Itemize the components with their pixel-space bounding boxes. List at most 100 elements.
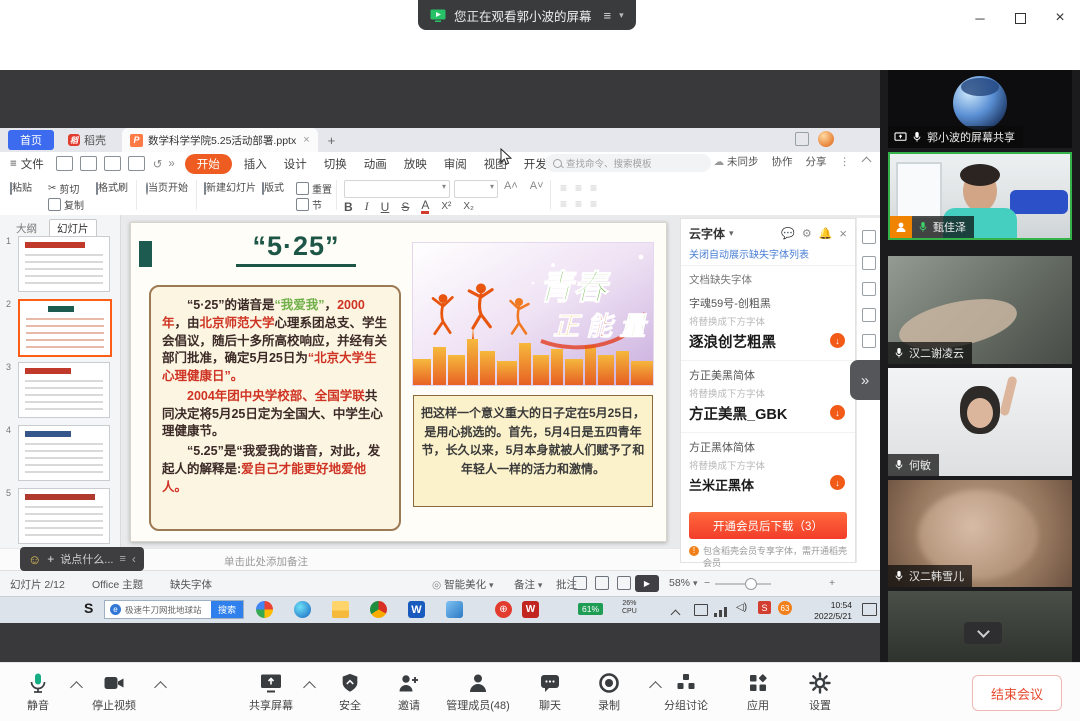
- paste-button[interactable]: 粘贴: [10, 179, 32, 194]
- italic-button[interactable]: I: [365, 199, 369, 214]
- preview-icon[interactable]: [128, 156, 145, 171]
- zoom-out-button[interactable]: −: [704, 577, 710, 589]
- wps-home-tab[interactable]: 首页: [8, 130, 54, 150]
- wps-document-tab[interactable]: P 数学科学学院5.25活动部署.pptx ×: [122, 128, 318, 152]
- file-menu[interactable]: 文件: [21, 156, 44, 172]
- undo-icon[interactable]: ↺: [153, 157, 163, 171]
- danmaku-input[interactable]: ☺ + 说点什么... ≡ ‹: [20, 547, 144, 571]
- participant-tile-screenshare[interactable]: 郭小波的屏幕共享: [888, 70, 1072, 148]
- participant-tile[interactable]: 何敏: [888, 368, 1072, 476]
- record-button[interactable]: 录制: [567, 669, 651, 713]
- font-color-button[interactable]: A: [421, 199, 429, 214]
- print-icon[interactable]: [104, 156, 121, 171]
- video-options-chevron[interactable]: [154, 681, 167, 694]
- stop-video-button[interactable]: 停止视频: [72, 669, 156, 713]
- scroll-participants-button[interactable]: [964, 622, 1002, 644]
- smart-beautify-button[interactable]: ◎ 智能美化 ▾: [432, 577, 494, 592]
- gear-icon[interactable]: ⚙: [802, 227, 812, 240]
- collapse-panel-handle[interactable]: »: [850, 360, 880, 400]
- collapse-danmaku-icon[interactable]: ‹: [132, 552, 136, 566]
- notes-button[interactable]: 备注 ▾: [514, 577, 542, 592]
- share-button[interactable]: 分享: [806, 154, 827, 169]
- window-tool-icon[interactable]: [862, 308, 876, 322]
- align-icons[interactable]: ≡≡≡: [560, 197, 605, 211]
- menu-review[interactable]: 审阅: [444, 156, 467, 172]
- maximize-button[interactable]: [1000, 0, 1040, 36]
- sync-status[interactable]: ☁ 未同步: [714, 154, 759, 169]
- bullet-list-icons[interactable]: ≡≡≡: [560, 181, 605, 195]
- bell-icon[interactable]: 🔔: [819, 227, 833, 240]
- panel-caret-icon[interactable]: ▾: [729, 228, 734, 239]
- menu-start[interactable]: 开始: [185, 154, 232, 174]
- volume-tray-icon[interactable]: ◁): [736, 602, 747, 613]
- taskbar-search-box[interactable]: e 极速牛刀网批地球站 搜索: [104, 600, 244, 619]
- display-tray-icon[interactable]: [694, 604, 708, 616]
- word-icon[interactable]: W: [408, 601, 425, 618]
- notes-bar[interactable]: 单击此处添加备注 ☺ + 说点什么... ≡ ‹: [0, 548, 680, 571]
- more-quick-icons[interactable]: »: [168, 158, 174, 170]
- app-red-icon[interactable]: ⊕: [495, 601, 512, 618]
- participant-tile[interactable]: 甄佳泽: [888, 152, 1072, 240]
- edge-icon[interactable]: [294, 601, 311, 618]
- action-center-icon[interactable]: [862, 603, 877, 616]
- download-all-button[interactable]: 开通会员后下载（3）: [689, 512, 847, 539]
- wps-docer-tab[interactable]: 稻 稻壳: [68, 132, 106, 148]
- slide-thumbnail[interactable]: 5: [0, 486, 120, 549]
- participant-tile[interactable]: 汉二韩雪儿: [888, 480, 1072, 587]
- auto-show-link[interactable]: 关闭自动展示缺失字体列表: [681, 246, 855, 265]
- banner-menu-icon[interactable]: ≡: [604, 8, 612, 23]
- battery-indicator[interactable]: 61%: [578, 603, 603, 615]
- share-screen-button[interactable]: 共享屏幕: [229, 669, 313, 713]
- wps-red-icon[interactable]: W: [522, 601, 539, 618]
- tray-expand-chevron[interactable]: [672, 605, 679, 623]
- antivirus-tray-icon[interactable]: S: [758, 601, 771, 614]
- layout-button[interactable]: 版式: [262, 179, 284, 194]
- slideshow-play-button[interactable]: ▶: [635, 575, 659, 592]
- network-tray-icon[interactable]: [714, 603, 727, 617]
- download-font-icon[interactable]: ↓: [830, 333, 845, 348]
- section-button[interactable]: 节: [296, 197, 322, 212]
- close-button[interactable]: ×: [1040, 0, 1080, 36]
- zoom-slider-knob[interactable]: [745, 578, 757, 590]
- cpu-monitor[interactable]: 26% CPU: [622, 600, 637, 615]
- participant-tile[interactable]: 汉二谢凌云: [888, 256, 1072, 364]
- new-slide-button[interactable]: 新建幻灯片: [202, 179, 258, 194]
- close-tab-icon[interactable]: ×: [303, 134, 309, 146]
- font-name-combo[interactable]: [344, 180, 450, 198]
- close-panel-icon[interactable]: ×: [839, 226, 847, 241]
- more-menu-icon[interactable]: ⋮: [840, 156, 851, 168]
- browser2-icon[interactable]: [370, 601, 387, 618]
- theme-status[interactable]: Office 主题: [92, 577, 143, 592]
- slide-thumbnail[interactable]: 3: [0, 360, 120, 423]
- taskbar-search-button[interactable]: 搜索: [211, 601, 243, 618]
- superscript-button[interactable]: X²: [441, 201, 451, 212]
- slide-thumbnail[interactable]: 1: [0, 234, 120, 297]
- wps-user-avatar[interactable]: [818, 131, 834, 147]
- strike-button[interactable]: S: [401, 200, 409, 214]
- mute-button[interactable]: 静音: [0, 669, 80, 713]
- wps-search-box[interactable]: 查找命令、搜索模板: [545, 154, 711, 172]
- export-icon[interactable]: [80, 156, 97, 171]
- menu-slideshow[interactable]: 放映: [404, 156, 427, 172]
- font-grow-shrink[interactable]: A˄A˅: [504, 180, 544, 192]
- workspace-icon[interactable]: [795, 132, 809, 146]
- danmaku-menu-icon[interactable]: ≡: [119, 553, 125, 565]
- chrome-icon[interactable]: [256, 601, 273, 618]
- smiley-icon[interactable]: ☺: [28, 552, 41, 567]
- start-button[interactable]: S: [84, 600, 93, 616]
- download-font-icon[interactable]: ↓: [830, 475, 845, 490]
- favorite-tool-icon[interactable]: [862, 282, 876, 296]
- new-tab-button[interactable]: +: [328, 133, 336, 148]
- menu-insert[interactable]: 插入: [244, 156, 267, 172]
- feedback-icon[interactable]: 💬: [781, 227, 795, 240]
- reading-view-icon[interactable]: [617, 576, 631, 590]
- end-meeting-button[interactable]: 结束会议: [972, 675, 1062, 711]
- photos-icon[interactable]: [446, 601, 463, 618]
- format-painter-button[interactable]: 格式刷: [96, 179, 128, 194]
- missing-fonts-status[interactable]: 缺失字体: [170, 577, 212, 592]
- temp-ball-icon[interactable]: 63: [778, 601, 792, 615]
- collaborate-button[interactable]: 协作: [772, 154, 793, 169]
- download-font-icon[interactable]: ↓: [830, 405, 845, 420]
- menu-design[interactable]: 设计: [284, 156, 307, 172]
- reset-button[interactable]: 重置: [296, 181, 332, 196]
